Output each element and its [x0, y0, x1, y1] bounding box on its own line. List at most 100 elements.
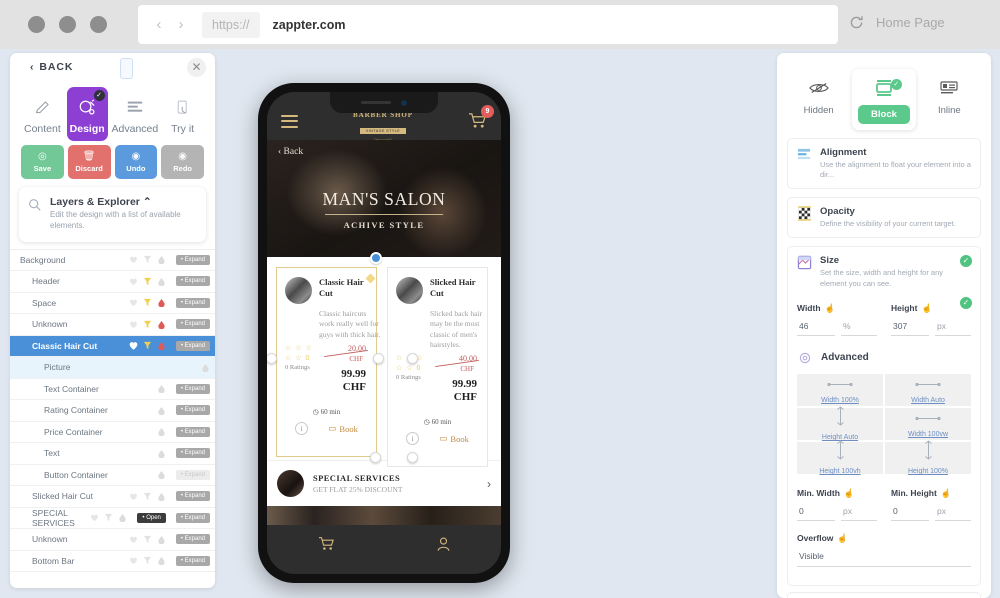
size-preset[interactable]: Width 100vw [885, 407, 971, 440]
layer-row[interactable]: Bottom Bar • Expand [10, 551, 215, 573]
funnel-icon[interactable] [143, 535, 152, 544]
size-preset[interactable]: Width Auto [885, 373, 971, 406]
hero-back-button[interactable]: ‹ Back [278, 147, 303, 157]
option-opacity[interactable]: Opacity Define the visibility of your cu… [787, 197, 981, 239]
reload-icon[interactable] [848, 14, 865, 31]
layer-row[interactable]: Text Container • Expand [10, 379, 215, 401]
heart-icon[interactable] [129, 320, 138, 329]
option-colors[interactable]: Colors [787, 591, 981, 598]
heart-icon[interactable] [129, 492, 138, 501]
cart-button[interactable]: 9 [468, 105, 494, 134]
layer-row[interactable]: Unknown • Expand [10, 314, 215, 336]
tab-try-it[interactable]: Try it [162, 87, 203, 141]
heart-icon[interactable] [129, 535, 138, 544]
display-tab-block[interactable]: ✓ Block [852, 69, 915, 130]
layer-expand-button[interactable]: • Expand [175, 405, 210, 416]
drop-icon[interactable] [157, 535, 166, 544]
layers-explorer-card[interactable]: Layers & Explorer ⌃ Edit the design with… [19, 187, 206, 242]
tab-advanced[interactable]: Advanced [112, 87, 158, 141]
layer-expand-button[interactable]: • Expand [175, 534, 210, 545]
layer-row[interactable]: Unknown • Expand [10, 529, 215, 551]
service-card-slicked[interactable]: Slicked Hair Cut Slicked back hair may b… [387, 267, 488, 467]
layer-row[interactable]: Background • Expand [10, 250, 215, 272]
funnel-icon[interactable] [104, 513, 113, 522]
display-tab-hidden[interactable]: Hidden [787, 69, 850, 130]
chevron-up-icon[interactable]: ⌃ [143, 196, 152, 208]
size-preset[interactable]: Height 100% [885, 440, 971, 475]
selection-handle-right[interactable] [373, 353, 384, 364]
discard-button[interactable]: 🗑 Discard [67, 145, 111, 179]
drop-icon[interactable] [157, 277, 166, 286]
redo-button[interactable]: ◉ Redo [161, 145, 204, 179]
funnel-icon[interactable] [143, 277, 152, 286]
overflow-select[interactable]: Visible [797, 544, 971, 567]
drop-icon[interactable] [157, 384, 166, 394]
layer-row[interactable]: Space • Expand [10, 293, 215, 315]
close-icon[interactable]: ✕ [187, 58, 206, 77]
funnel-icon[interactable] [143, 341, 152, 350]
layer-row[interactable]: Classic Hair Cut • Expand [10, 335, 215, 358]
layer-expand-button[interactable]: • Expand [175, 254, 210, 265]
undo-button[interactable]: ◉ Undo [114, 145, 158, 179]
service-card-classic[interactable]: Classic Hair Cut Classic haircuts work r… [276, 267, 380, 457]
height-unit[interactable]: px [935, 321, 971, 336]
drop-icon[interactable] [157, 449, 166, 458]
width-unit[interactable]: % [841, 321, 877, 336]
heart-icon[interactable] [129, 341, 138, 351]
home-page-button[interactable]: Home Page [848, 14, 945, 31]
layer-row[interactable]: SPECIAL SERVICES • Open • Expand [10, 508, 215, 530]
heart-icon[interactable] [129, 255, 138, 264]
layer-expand-button[interactable]: • Expand [175, 383, 210, 394]
min-height-unit[interactable]: px [935, 506, 971, 521]
url-text[interactable]: zappter.com [273, 18, 346, 32]
browser-forward-icon[interactable]: › [170, 16, 192, 33]
layer-expand-button[interactable]: • Expand [175, 512, 210, 523]
size-preset[interactable]: Width 100% [797, 373, 883, 406]
layer-row[interactable]: Price Container • Expand [10, 422, 215, 444]
layer-row[interactable]: Rating Container • Expand [10, 400, 215, 422]
drop-icon[interactable] [157, 320, 166, 329]
drop-icon[interactable] [157, 492, 166, 501]
layer-expand-button[interactable]: • Expand [175, 297, 210, 308]
min-height-input[interactable]: 0 [891, 506, 929, 521]
funnel-icon[interactable] [143, 492, 152, 501]
window-close-dot[interactable] [28, 16, 45, 33]
layer-expand-button[interactable]: • Expand [175, 340, 210, 351]
user-icon[interactable] [436, 536, 451, 552]
window-minimize-dot[interactable] [59, 16, 76, 33]
layer-row[interactable]: Button Container • Expand [10, 465, 215, 487]
funnel-icon[interactable] [143, 320, 152, 329]
selection-handle-top[interactable] [370, 252, 382, 264]
drop-icon[interactable] [201, 363, 210, 372]
size-preset[interactable]: Height 100vh [797, 440, 883, 475]
window-controls[interactable] [28, 16, 107, 33]
option-size[interactable]: ✓ ✓ Size Set the size, width and height … [787, 246, 981, 586]
layer-row[interactable]: Picture [10, 357, 215, 379]
selection-handle-corner[interactable] [407, 452, 418, 463]
funnel-icon[interactable] [143, 298, 152, 307]
window-maximize-dot[interactable] [90, 16, 107, 33]
size-preset[interactable]: Height Auto [797, 406, 883, 441]
layer-expand-button[interactable]: • Expand [175, 491, 210, 502]
tab-content[interactable]: Content [22, 87, 63, 141]
drop-icon[interactable] [157, 298, 166, 308]
drop-icon[interactable] [157, 427, 166, 437]
address-bar[interactable]: ‹ › https:// zappter.com [138, 5, 838, 44]
shopping-cart-icon[interactable] [318, 536, 335, 551]
display-tab-inline[interactable]: Inline [918, 69, 981, 130]
book-button[interactable]: ▭ Book [439, 433, 468, 444]
min-width-unit[interactable]: px [841, 506, 877, 521]
save-button[interactable]: ◎ Save [21, 145, 64, 179]
selection-handle-bottom[interactable] [370, 452, 381, 463]
layer-expand-button[interactable]: • Expand [175, 555, 210, 566]
funnel-icon[interactable] [143, 556, 152, 565]
drop-icon[interactable] [157, 470, 166, 480]
browser-back-icon[interactable]: ‹ [148, 16, 170, 33]
heart-icon[interactable] [129, 298, 138, 307]
drop-icon[interactable] [157, 341, 166, 351]
heart-icon[interactable] [129, 277, 138, 286]
drop-icon[interactable] [157, 556, 166, 566]
funnel-icon[interactable] [143, 255, 152, 264]
layer-expand-button[interactable]: • Expand [175, 448, 210, 459]
book-button[interactable]: ▭ Book [328, 423, 357, 434]
